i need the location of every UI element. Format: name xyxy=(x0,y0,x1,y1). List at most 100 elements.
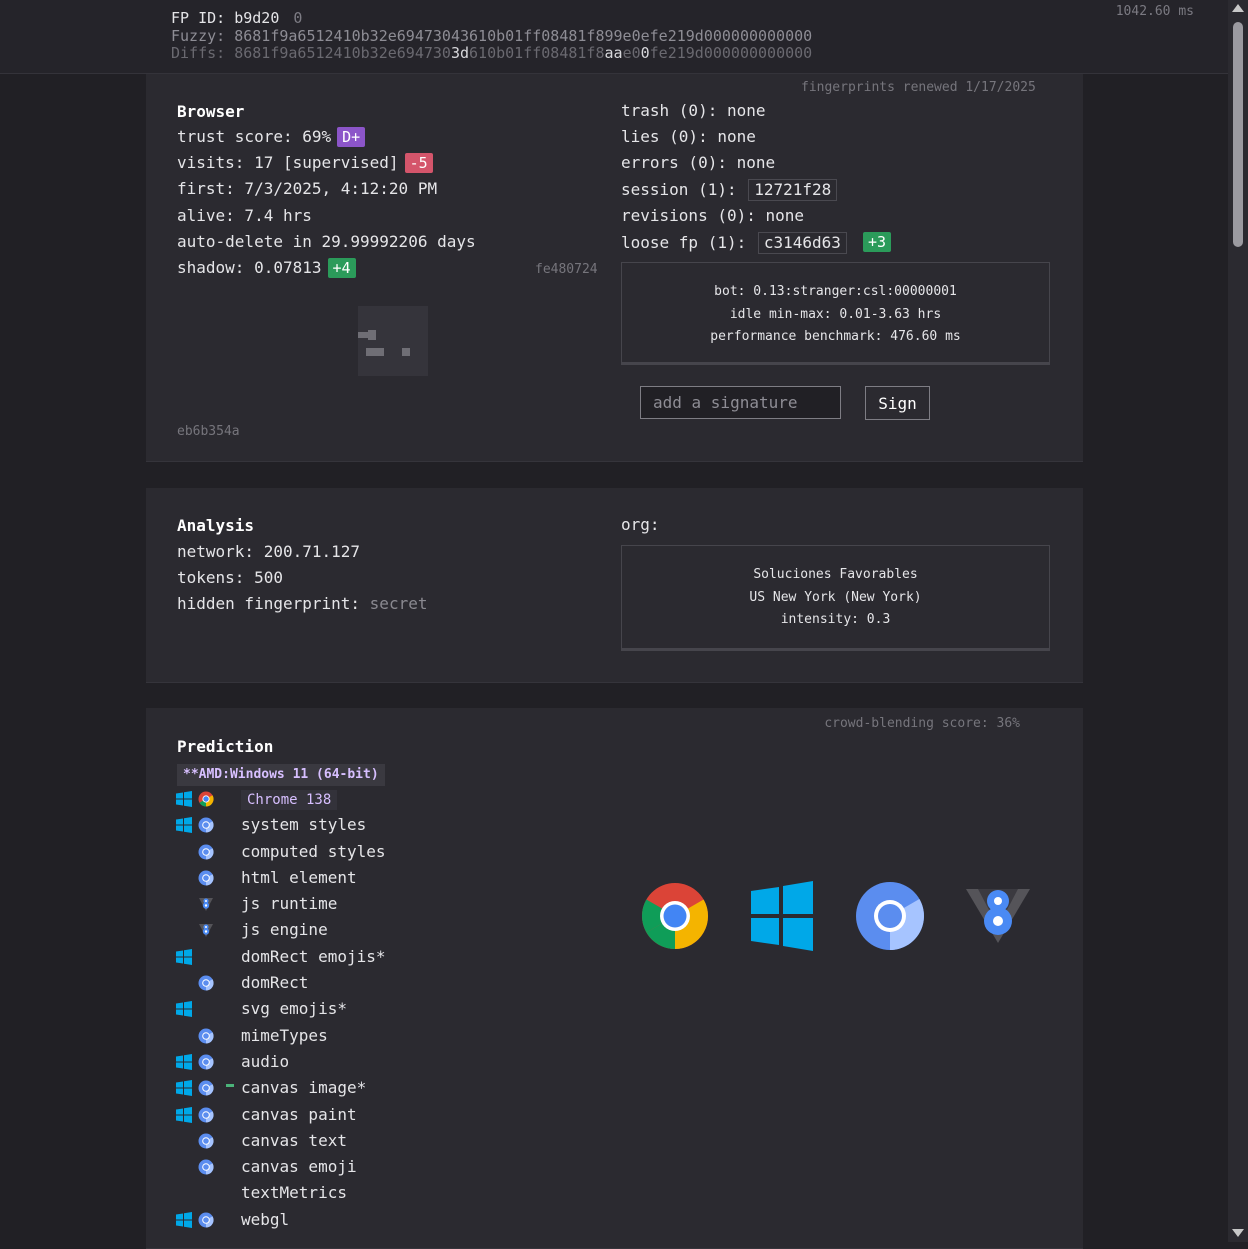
match-tick-icon xyxy=(226,1084,234,1088)
windows-icon xyxy=(176,948,192,965)
visits: visits: 17 [supervised] -5 xyxy=(177,153,433,173)
sign-button[interactable]: Sign xyxy=(865,386,930,420)
prediction-label: html element xyxy=(241,867,357,887)
chromium-icon xyxy=(856,882,924,950)
prediction-label: domRect xyxy=(241,973,309,993)
prediction-label: canvas emoji xyxy=(241,1157,357,1177)
org-intensity: intensity: 0.3 xyxy=(780,612,891,627)
diffs-highlight: 0 xyxy=(640,44,650,62)
bot-info-box: bot: 0.13:stranger:csl:00000001 idle min… xyxy=(621,262,1050,365)
diffs-mid: e0 xyxy=(622,44,641,62)
loose-fp-label: loose fp (1): xyxy=(621,233,747,252)
fingerprint-header: FP ID: b9d20 0 Fuzzy: 8681f9a6512410b32e6… xyxy=(0,0,1228,74)
v8-icon xyxy=(966,889,1030,943)
signature-input[interactable] xyxy=(640,386,841,419)
chromium-icon xyxy=(198,1159,214,1175)
windows-icon xyxy=(176,1053,192,1070)
windows-icon xyxy=(751,881,813,951)
fuzzy-hash: Fuzzy: 8681f9a6512410b32e69473043610b01f… xyxy=(171,27,813,45)
alive-time: alive: 7.4 hrs xyxy=(177,206,312,225)
idle-range: idle min-max: 0.01-3.63 hrs xyxy=(729,306,942,322)
chrome-icon xyxy=(641,883,709,949)
trust-score-text: trust score: 69% xyxy=(177,127,332,146)
network: network: 200.71.127 xyxy=(177,542,361,561)
browser-card: fingerprints renewed 1/17/2025 Browser t… xyxy=(146,74,1083,462)
shadow: shadow: 0.07813 +4 xyxy=(177,258,356,278)
org-info-box: Soluciones Favorables US New York (New Y… xyxy=(621,545,1050,651)
windows-icon xyxy=(176,1001,192,1018)
chromium-icon xyxy=(198,1133,214,1149)
loose-fp-hash: c3146d63 xyxy=(757,232,847,254)
loose-fp-delta-badge: +3 xyxy=(862,232,891,252)
chrome-icon xyxy=(198,791,214,807)
analysis-card: Analysis network: 200.71.127 tokens: 500… xyxy=(146,488,1083,683)
trust-score: trust score: 69% D+ xyxy=(177,127,366,147)
diffs-prefix: Diffs: 8681f9a6512410b32e694730 xyxy=(171,44,451,62)
crowd-blending-score: crowd-blending score: 36% xyxy=(824,716,1020,731)
session: session (1): 12721f28 xyxy=(621,179,838,201)
bot-score: bot: 0.13:stranger:csl:00000001 xyxy=(714,284,957,299)
chromium-icon xyxy=(198,870,214,886)
hidden-fingerprint: hidden fingerprint: secret xyxy=(177,594,427,614)
chromium-icon xyxy=(198,1107,214,1123)
prediction-label: js runtime xyxy=(241,894,338,914)
first-visit: first: 7/3/2025, 4:12:20 PM xyxy=(177,179,438,198)
fp-id: FP ID: b9d20 0 xyxy=(171,9,302,27)
platform-tag: **AMD:Windows 11 (64-bit) xyxy=(177,764,385,786)
prediction-label: canvas image* xyxy=(241,1078,367,1098)
performance-benchmark: performance benchmark: 476.60 ms xyxy=(710,329,961,344)
prediction-card: crowd-blending score: 36% Prediction **A… xyxy=(146,708,1083,1249)
scroll-thumb[interactable] xyxy=(1233,22,1243,247)
session-hash: 12721f28 xyxy=(748,179,838,201)
prediction-label: computed styles xyxy=(241,841,386,861)
windows-icon xyxy=(176,817,192,834)
windows-icon xyxy=(176,791,192,807)
prediction-label: audio xyxy=(241,1051,290,1071)
chromium-icon xyxy=(198,1212,214,1228)
windows-icon xyxy=(176,1211,192,1228)
diffs-end: fe219d000000000000 xyxy=(649,44,813,62)
prediction-title: Prediction xyxy=(177,737,274,756)
scroll-up-arrow-icon[interactable] xyxy=(1232,4,1244,12)
renewed-date: fingerprints renewed 1/17/2025 xyxy=(801,80,1036,95)
v8-icon xyxy=(198,896,214,912)
prediction-label: webgl xyxy=(241,1209,290,1229)
chromium-icon xyxy=(198,975,214,991)
tokens: tokens: 500 xyxy=(177,568,283,587)
chromium-icon xyxy=(198,1028,214,1044)
analysis-title: Analysis xyxy=(177,516,255,535)
prediction-label: js engine xyxy=(241,920,328,940)
prediction-label: canvas text xyxy=(241,1130,347,1150)
visits-text: visits: 17 [supervised] xyxy=(177,153,399,172)
chromium-icon xyxy=(198,1080,214,1096)
org-name: Soluciones Favorables xyxy=(753,567,918,582)
hidden-fingerprint-value: secret xyxy=(369,594,428,613)
org-label: org: xyxy=(621,515,660,534)
scrollbar[interactable] xyxy=(1228,0,1248,1242)
shadow-delta-badge: +4 xyxy=(327,258,356,278)
hidden-fingerprint-label: hidden fingerprint: xyxy=(177,594,361,613)
browser-title: Browser xyxy=(177,102,245,121)
chromium-icon xyxy=(198,844,214,860)
fp-id-text: FP ID: b9d20 xyxy=(171,9,280,27)
diffs-mid: 610b01ff08481f8 xyxy=(469,44,605,62)
prediction-label: mimeTypes xyxy=(241,1025,328,1045)
prediction-label: svg emojis* xyxy=(241,999,347,1019)
windows-icon xyxy=(176,1106,192,1123)
loose-fp: loose fp (1): c3146d63 +3 xyxy=(621,232,891,254)
revisions: revisions (0): none xyxy=(621,206,805,225)
shadow-text: shadow: 0.07813 xyxy=(177,258,322,277)
v8-icon xyxy=(198,922,214,938)
diffs-highlight: aa xyxy=(604,44,623,62)
hash-right: fe480724 xyxy=(535,262,598,277)
visits-delta-badge: -5 xyxy=(404,153,433,173)
prediction-label: textMetrics xyxy=(241,1183,347,1203)
load-time: 1042.60 ms xyxy=(1115,4,1194,19)
diffs-highlight: 3d xyxy=(450,44,470,62)
prediction-label: domRect emojis* xyxy=(241,946,386,966)
scroll-down-arrow-icon[interactable] xyxy=(1232,1229,1244,1237)
windows-icon xyxy=(176,1080,192,1097)
prediction-label: system styles xyxy=(241,815,367,835)
session-label: session (1): xyxy=(621,180,737,199)
fingerprint-identicon xyxy=(358,306,428,376)
